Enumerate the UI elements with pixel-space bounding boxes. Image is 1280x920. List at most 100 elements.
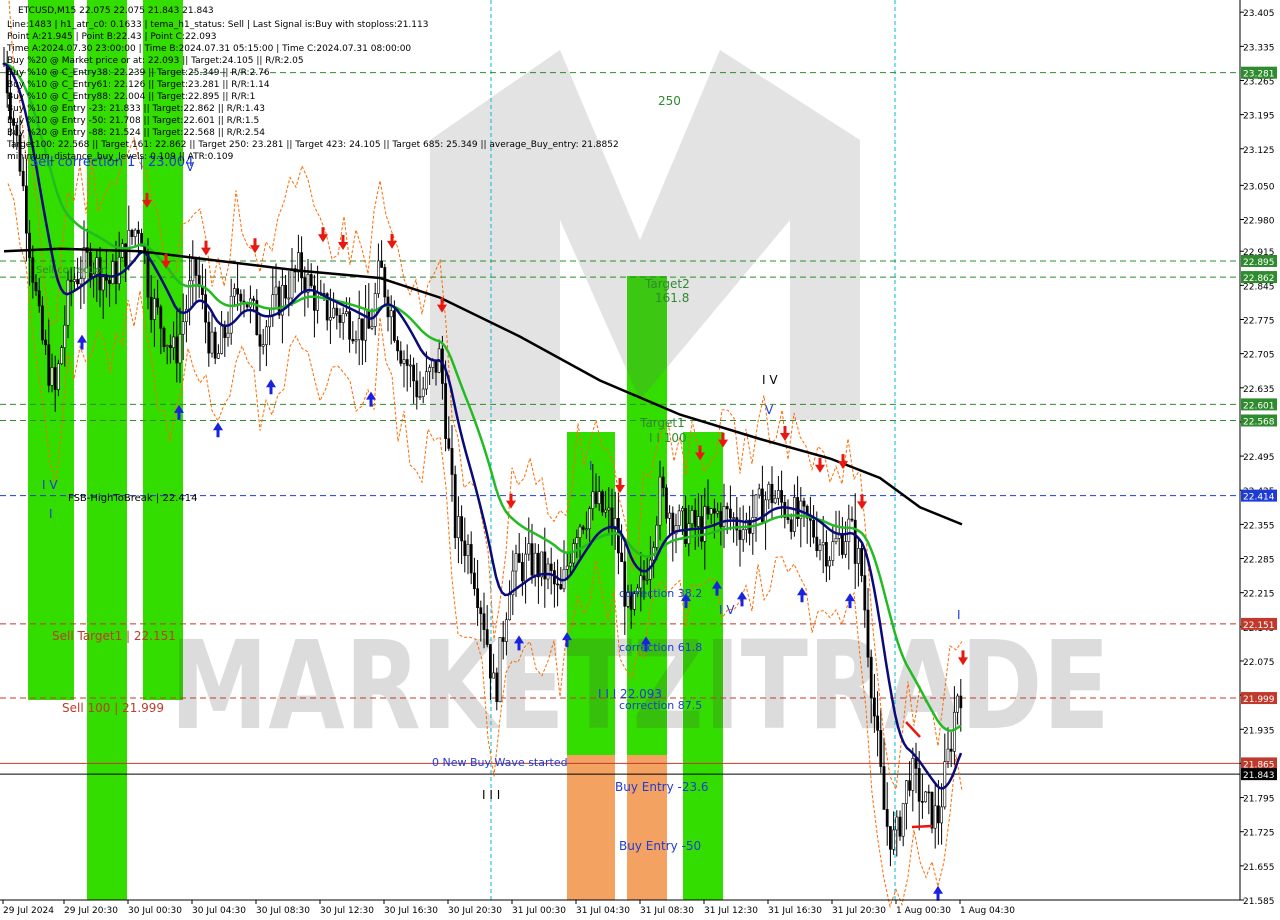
wave-label-i-left: I	[49, 507, 53, 521]
wave-iii-black: I I I	[482, 788, 500, 802]
candle-body	[863, 575, 867, 611]
candle-body	[879, 730, 883, 767]
candle-body	[389, 310, 393, 318]
candle-body	[770, 484, 774, 504]
info-line: Buy %10 @ Entry -23: 21.833 || Target:22…	[7, 104, 265, 114]
candle-body	[220, 325, 224, 354]
candle-body	[105, 276, 108, 281]
candle-body	[578, 526, 582, 538]
candle-body	[178, 333, 182, 364]
candle-body	[885, 809, 889, 827]
candle-body	[34, 282, 38, 292]
correction-61-label: correction 61.8	[619, 641, 702, 654]
candle-body	[444, 383, 448, 439]
candle-body	[223, 325, 227, 338]
candle-body	[549, 563, 553, 571]
orange-zone	[627, 755, 667, 900]
candle-body	[418, 396, 422, 398]
candle-body	[28, 232, 32, 259]
candle-body	[258, 334, 262, 347]
candle-body	[722, 506, 726, 528]
candle-body	[703, 506, 707, 542]
y-tick-label: 21.655	[1243, 863, 1275, 873]
candle-body	[300, 252, 304, 279]
candle-body	[936, 805, 940, 824]
y-tick-label: 21.585	[1243, 897, 1275, 907]
price-chart[interactable]: MARKETZITRADE 250 Target2 161.8 Target1 …	[0, 0, 1280, 920]
info-line: Time A:2024.07.30 23:00:00 | Time B:2024…	[6, 44, 411, 54]
candle-body	[607, 507, 611, 511]
price-tag-label: 22.862	[1243, 274, 1275, 284]
candle-body	[488, 644, 492, 679]
annotation-250: 250	[658, 94, 681, 108]
candle-body	[741, 529, 745, 540]
candle-body	[565, 565, 569, 570]
candle-body	[821, 542, 825, 546]
candle-body	[274, 286, 278, 296]
candle-body	[424, 371, 428, 390]
candle-body	[156, 298, 160, 308]
candle-body	[316, 292, 320, 311]
candle-body	[207, 321, 211, 354]
x-tick-label: 30 Jul 16:30	[384, 906, 438, 916]
candle-body	[31, 257, 35, 283]
candle-body	[210, 331, 214, 354]
candle-body	[604, 509, 608, 513]
candle-body	[767, 484, 771, 501]
candle-body	[428, 367, 432, 373]
candle-body	[479, 607, 483, 615]
candle-body	[130, 229, 134, 237]
candle-body	[757, 488, 761, 496]
x-tick-label: 30 Jul 00:30	[128, 906, 182, 916]
candle-body	[712, 508, 716, 514]
x-axis: 29 Jul 2024 29 Jul 20:30 30 Jul 00:30 30 Ju…	[2, 900, 1015, 916]
price-tag-label: 22.601	[1243, 401, 1275, 411]
candle-body	[264, 326, 268, 345]
y-tick-label: 22.705	[1243, 351, 1275, 361]
x-tick-label: 30 Jul 08:30	[256, 906, 310, 916]
candle-body	[460, 516, 464, 542]
candle-body	[866, 609, 870, 658]
price-tag-label: 21.999	[1243, 695, 1275, 705]
candle-body	[520, 562, 524, 582]
candle-body	[764, 499, 768, 523]
candle-body	[901, 803, 905, 837]
candle-body	[332, 307, 336, 318]
x-tick-label: 30 Jul 04:30	[192, 906, 246, 916]
candle-body	[725, 506, 729, 510]
candle-body	[79, 278, 83, 285]
candle-body	[956, 695, 960, 713]
annotation-target1: Target1	[639, 416, 685, 430]
price-tag-label: 22.414	[1243, 493, 1275, 503]
candle-body	[56, 363, 60, 390]
candle-body	[584, 528, 588, 531]
price-tag-label: 22.568	[1243, 417, 1275, 427]
wave-label-v: V	[765, 403, 774, 417]
y-tick-label: 23.125	[1243, 146, 1275, 156]
candle-body	[600, 491, 604, 513]
price-tag-label: 21.843	[1243, 771, 1275, 781]
x-tick-label: 29 Jul 2024	[3, 906, 54, 916]
candle-body	[162, 328, 166, 347]
candle-body	[949, 748, 953, 752]
candle-body	[421, 388, 425, 397]
candle-body	[169, 345, 172, 348]
candle-body	[114, 261, 118, 285]
candle-body	[559, 584, 563, 590]
candle-body	[287, 297, 291, 300]
price-tags: 23.281 22.895 22.862 22.601 22.568 22.414 22.1…	[1241, 66, 1277, 781]
candle-body	[485, 629, 489, 645]
y-tick-label: 21.935	[1243, 726, 1275, 736]
info-line: Buy %10 @ C_Entry61: 22.126 || Target:23…	[7, 80, 270, 90]
candle-body	[149, 296, 153, 320]
candle-body	[818, 544, 822, 551]
info-line: Target100: 22.568 || Target 161: 22.862 …	[6, 140, 619, 150]
candle-body	[840, 534, 844, 555]
candle-body	[588, 508, 592, 530]
candle-body	[856, 548, 860, 564]
candle-body	[754, 494, 758, 518]
y-tick-label: 21.725	[1243, 829, 1275, 839]
wave-label-i-2: I	[957, 608, 961, 622]
candle-body	[133, 229, 137, 237]
candle-body	[869, 656, 873, 699]
